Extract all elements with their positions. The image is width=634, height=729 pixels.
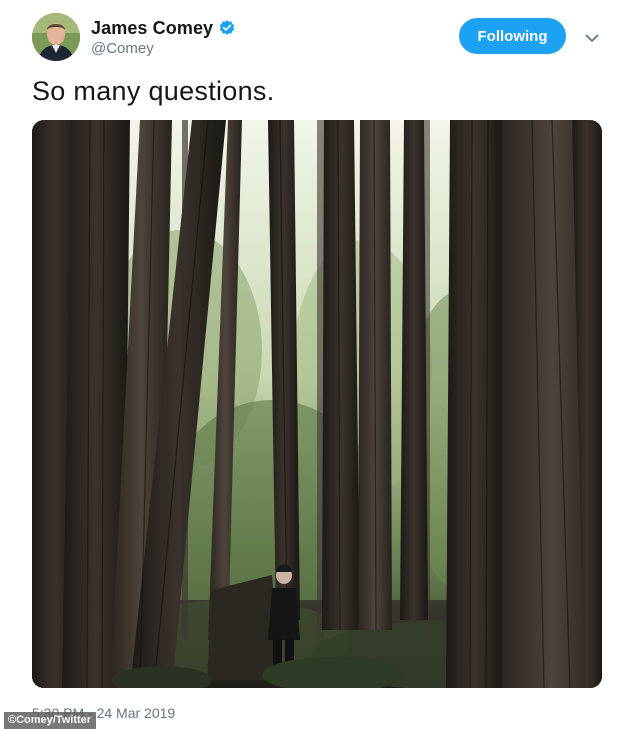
following-button[interactable]: Following xyxy=(459,18,566,54)
name-row: James Comey xyxy=(91,16,236,40)
photo-credit: ©Comey/Twitter xyxy=(4,712,97,729)
avatar[interactable] xyxy=(32,13,80,61)
chevron-down-icon[interactable] xyxy=(583,29,601,47)
profile-photo xyxy=(32,13,80,61)
user-handle[interactable]: @Comey xyxy=(91,40,154,57)
redwood-forest-photo xyxy=(32,120,602,688)
photo-credit-label: Comey/Twitter xyxy=(16,714,92,726)
display-name[interactable]: James Comey xyxy=(91,18,213,39)
tweet-text: So many questions. xyxy=(32,76,275,106)
verified-badge-icon xyxy=(218,19,236,37)
tweet-photo[interactable] xyxy=(32,120,602,688)
copyright-icon: © xyxy=(8,714,17,726)
